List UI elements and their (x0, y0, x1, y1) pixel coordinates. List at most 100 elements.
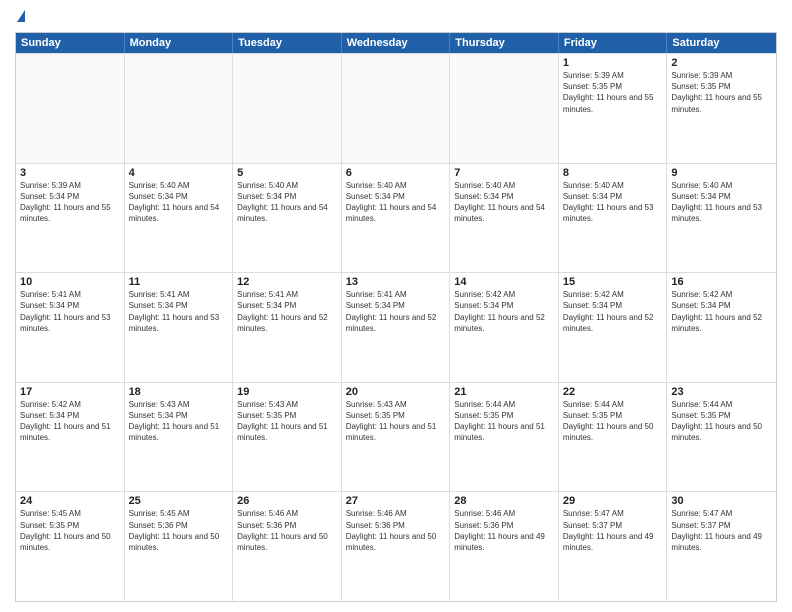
calendar-cell: 4Sunrise: 5:40 AM Sunset: 5:34 PM Daylig… (125, 164, 234, 273)
day-info: Sunrise: 5:40 AM Sunset: 5:34 PM Dayligh… (563, 180, 663, 225)
day-number: 7 (454, 167, 554, 179)
day-info: Sunrise: 5:39 AM Sunset: 5:34 PM Dayligh… (20, 180, 120, 225)
calendar-cell: 8Sunrise: 5:40 AM Sunset: 5:34 PM Daylig… (559, 164, 668, 273)
calendar-cell: 6Sunrise: 5:40 AM Sunset: 5:34 PM Daylig… (342, 164, 451, 273)
day-info: Sunrise: 5:45 AM Sunset: 5:35 PM Dayligh… (20, 508, 120, 553)
calendar-cell: 19Sunrise: 5:43 AM Sunset: 5:35 PM Dayli… (233, 383, 342, 492)
day-info: Sunrise: 5:42 AM Sunset: 5:34 PM Dayligh… (20, 399, 120, 444)
day-number: 17 (20, 386, 120, 398)
header-cell-monday: Monday (125, 33, 234, 53)
day-info: Sunrise: 5:46 AM Sunset: 5:36 PM Dayligh… (237, 508, 337, 553)
day-number: 26 (237, 495, 337, 507)
logo-text (15, 10, 25, 24)
day-info: Sunrise: 5:43 AM Sunset: 5:35 PM Dayligh… (237, 399, 337, 444)
day-number: 24 (20, 495, 120, 507)
day-info: Sunrise: 5:39 AM Sunset: 5:35 PM Dayligh… (563, 70, 663, 115)
day-number: 14 (454, 276, 554, 288)
day-number: 15 (563, 276, 663, 288)
day-info: Sunrise: 5:41 AM Sunset: 5:34 PM Dayligh… (346, 289, 446, 334)
calendar-cell: 14Sunrise: 5:42 AM Sunset: 5:34 PM Dayli… (450, 273, 559, 382)
day-info: Sunrise: 5:41 AM Sunset: 5:34 PM Dayligh… (20, 289, 120, 334)
calendar-cell: 5Sunrise: 5:40 AM Sunset: 5:34 PM Daylig… (233, 164, 342, 273)
day-number: 19 (237, 386, 337, 398)
day-number: 4 (129, 167, 229, 179)
header-cell-wednesday: Wednesday (342, 33, 451, 53)
day-number: 27 (346, 495, 446, 507)
day-number: 12 (237, 276, 337, 288)
calendar-cell (125, 54, 234, 163)
day-info: Sunrise: 5:45 AM Sunset: 5:36 PM Dayligh… (129, 508, 229, 553)
day-number: 2 (671, 57, 772, 69)
calendar-row-2: 3Sunrise: 5:39 AM Sunset: 5:34 PM Daylig… (16, 163, 776, 273)
calendar-cell: 27Sunrise: 5:46 AM Sunset: 5:36 PM Dayli… (342, 492, 451, 601)
calendar-cell (342, 54, 451, 163)
header-cell-tuesday: Tuesday (233, 33, 342, 53)
header-cell-friday: Friday (559, 33, 668, 53)
calendar-cell: 29Sunrise: 5:47 AM Sunset: 5:37 PM Dayli… (559, 492, 668, 601)
day-info: Sunrise: 5:41 AM Sunset: 5:34 PM Dayligh… (237, 289, 337, 334)
calendar-cell: 26Sunrise: 5:46 AM Sunset: 5:36 PM Dayli… (233, 492, 342, 601)
calendar-cell: 21Sunrise: 5:44 AM Sunset: 5:35 PM Dayli… (450, 383, 559, 492)
calendar-row-4: 17Sunrise: 5:42 AM Sunset: 5:34 PM Dayli… (16, 382, 776, 492)
day-info: Sunrise: 5:40 AM Sunset: 5:34 PM Dayligh… (129, 180, 229, 225)
day-info: Sunrise: 5:42 AM Sunset: 5:34 PM Dayligh… (454, 289, 554, 334)
header (15, 10, 777, 24)
calendar-cell: 15Sunrise: 5:42 AM Sunset: 5:34 PM Dayli… (559, 273, 668, 382)
day-info: Sunrise: 5:40 AM Sunset: 5:34 PM Dayligh… (346, 180, 446, 225)
calendar-row-1: 1Sunrise: 5:39 AM Sunset: 5:35 PM Daylig… (16, 53, 776, 163)
logo (15, 10, 25, 24)
day-info: Sunrise: 5:41 AM Sunset: 5:34 PM Dayligh… (129, 289, 229, 334)
calendar-cell: 16Sunrise: 5:42 AM Sunset: 5:34 PM Dayli… (667, 273, 776, 382)
calendar-cell (233, 54, 342, 163)
header-cell-sunday: Sunday (16, 33, 125, 53)
day-number: 22 (563, 386, 663, 398)
calendar-cell: 25Sunrise: 5:45 AM Sunset: 5:36 PM Dayli… (125, 492, 234, 601)
calendar-cell: 30Sunrise: 5:47 AM Sunset: 5:37 PM Dayli… (667, 492, 776, 601)
day-number: 18 (129, 386, 229, 398)
day-number: 29 (563, 495, 663, 507)
calendar-cell: 9Sunrise: 5:40 AM Sunset: 5:34 PM Daylig… (667, 164, 776, 273)
calendar-cell: 17Sunrise: 5:42 AM Sunset: 5:34 PM Dayli… (16, 383, 125, 492)
day-number: 5 (237, 167, 337, 179)
day-info: Sunrise: 5:40 AM Sunset: 5:34 PM Dayligh… (454, 180, 554, 225)
day-info: Sunrise: 5:46 AM Sunset: 5:36 PM Dayligh… (346, 508, 446, 553)
calendar-cell: 20Sunrise: 5:43 AM Sunset: 5:35 PM Dayli… (342, 383, 451, 492)
calendar-cell: 13Sunrise: 5:41 AM Sunset: 5:34 PM Dayli… (342, 273, 451, 382)
day-number: 23 (671, 386, 772, 398)
logo-icon (17, 10, 25, 22)
day-info: Sunrise: 5:44 AM Sunset: 5:35 PM Dayligh… (671, 399, 772, 444)
day-number: 13 (346, 276, 446, 288)
calendar-cell: 28Sunrise: 5:46 AM Sunset: 5:36 PM Dayli… (450, 492, 559, 601)
day-number: 6 (346, 167, 446, 179)
calendar-body: 1Sunrise: 5:39 AM Sunset: 5:35 PM Daylig… (16, 53, 776, 601)
day-number: 3 (20, 167, 120, 179)
day-info: Sunrise: 5:39 AM Sunset: 5:35 PM Dayligh… (671, 70, 772, 115)
day-info: Sunrise: 5:47 AM Sunset: 5:37 PM Dayligh… (671, 508, 772, 553)
calendar-cell: 3Sunrise: 5:39 AM Sunset: 5:34 PM Daylig… (16, 164, 125, 273)
calendar-cell: 11Sunrise: 5:41 AM Sunset: 5:34 PM Dayli… (125, 273, 234, 382)
day-info: Sunrise: 5:46 AM Sunset: 5:36 PM Dayligh… (454, 508, 554, 553)
day-info: Sunrise: 5:43 AM Sunset: 5:34 PM Dayligh… (129, 399, 229, 444)
calendar-cell: 2Sunrise: 5:39 AM Sunset: 5:35 PM Daylig… (667, 54, 776, 163)
header-cell-thursday: Thursday (450, 33, 559, 53)
day-number: 28 (454, 495, 554, 507)
calendar-header: SundayMondayTuesdayWednesdayThursdayFrid… (16, 33, 776, 53)
calendar-cell: 7Sunrise: 5:40 AM Sunset: 5:34 PM Daylig… (450, 164, 559, 273)
day-info: Sunrise: 5:43 AM Sunset: 5:35 PM Dayligh… (346, 399, 446, 444)
day-info: Sunrise: 5:44 AM Sunset: 5:35 PM Dayligh… (563, 399, 663, 444)
calendar-cell: 18Sunrise: 5:43 AM Sunset: 5:34 PM Dayli… (125, 383, 234, 492)
calendar-cell: 22Sunrise: 5:44 AM Sunset: 5:35 PM Dayli… (559, 383, 668, 492)
day-number: 10 (20, 276, 120, 288)
page: SundayMondayTuesdayWednesdayThursdayFrid… (0, 0, 792, 612)
day-info: Sunrise: 5:40 AM Sunset: 5:34 PM Dayligh… (671, 180, 772, 225)
calendar-cell: 24Sunrise: 5:45 AM Sunset: 5:35 PM Dayli… (16, 492, 125, 601)
day-info: Sunrise: 5:44 AM Sunset: 5:35 PM Dayligh… (454, 399, 554, 444)
calendar-row-5: 24Sunrise: 5:45 AM Sunset: 5:35 PM Dayli… (16, 491, 776, 601)
calendar-cell (450, 54, 559, 163)
day-info: Sunrise: 5:42 AM Sunset: 5:34 PM Dayligh… (671, 289, 772, 334)
day-number: 25 (129, 495, 229, 507)
day-number: 1 (563, 57, 663, 69)
calendar-cell: 12Sunrise: 5:41 AM Sunset: 5:34 PM Dayli… (233, 273, 342, 382)
calendar-cell (16, 54, 125, 163)
calendar-cell: 1Sunrise: 5:39 AM Sunset: 5:35 PM Daylig… (559, 54, 668, 163)
